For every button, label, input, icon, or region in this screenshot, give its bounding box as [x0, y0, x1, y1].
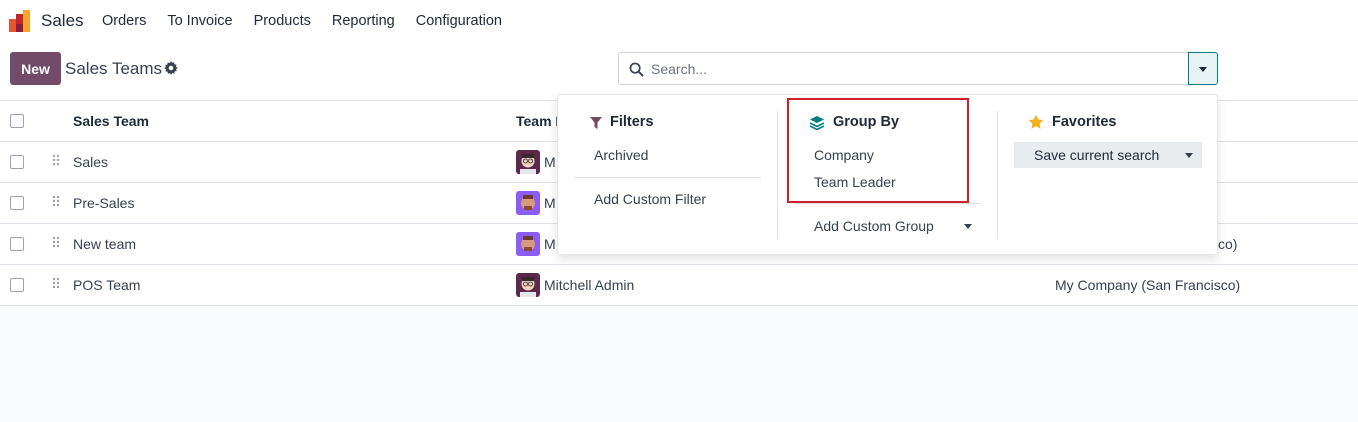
column-header-sales-team[interactable]: Sales Team	[73, 113, 149, 129]
menu-orders[interactable]: Orders	[102, 13, 146, 29]
search-options-dropdown: Filters Archived Add Custom Filter Group…	[557, 94, 1218, 255]
avatar	[516, 191, 540, 215]
cell-team-name: Pre-Sales	[73, 195, 135, 211]
drag-handle-icon[interactable]	[52, 195, 60, 207]
menu-products[interactable]: Products	[254, 13, 311, 29]
drag-handle-icon[interactable]	[52, 236, 60, 248]
favorites-title: Favorites	[1052, 114, 1117, 130]
control-panel: New Sales Teams	[0, 42, 1358, 101]
cell-team-name: New team	[73, 236, 137, 252]
filter-icon	[590, 117, 602, 129]
add-custom-group-select[interactable]: Add Custom Group	[814, 218, 934, 234]
cell-company: co)	[1218, 236, 1238, 252]
avatar	[516, 150, 540, 174]
cell-company: My Company (San Francisco)	[1055, 277, 1241, 293]
select-all-checkbox[interactable]	[10, 114, 24, 128]
cell-team-leader: Mitchell Admin	[544, 277, 635, 293]
page-title: Sales Teams	[65, 59, 163, 78]
divider	[777, 111, 778, 239]
caret-down-icon	[964, 224, 972, 229]
cell-team-leader: M	[544, 195, 556, 211]
avatar	[516, 273, 540, 297]
top-navbar: Sales Orders To Invoice Products Reporti…	[0, 0, 1358, 42]
menu-configuration[interactable]: Configuration	[416, 13, 502, 29]
save-current-search-label: Save current search	[1034, 147, 1160, 163]
cell-team-leader: M	[544, 236, 556, 252]
cell-team-name: Sales	[73, 154, 109, 170]
highlight-box	[787, 98, 969, 203]
new-button[interactable]: New	[10, 52, 61, 85]
cell-team-name: POS Team	[73, 277, 141, 293]
drag-handle-icon[interactable]	[52, 277, 60, 289]
drag-handle-icon[interactable]	[52, 154, 60, 166]
sales-app-logo-icon[interactable]	[9, 10, 31, 32]
search-box	[618, 52, 1189, 85]
row-checkbox[interactable]	[10, 196, 24, 210]
search-input[interactable]	[651, 59, 1171, 79]
search-options-toggle[interactable]	[1188, 52, 1218, 85]
add-custom-filter[interactable]: Add Custom Filter	[594, 191, 706, 207]
avatar	[516, 232, 540, 256]
menu-to-invoice[interactable]: To Invoice	[167, 13, 232, 29]
caret-down-icon	[1185, 153, 1193, 158]
row-checkbox[interactable]	[10, 237, 24, 251]
filters-title: Filters	[610, 114, 654, 130]
cell-team-leader: M	[544, 154, 556, 170]
divider	[794, 203, 981, 204]
main-menu: Orders To Invoice Products Reporting Con…	[102, 13, 523, 29]
row-checkbox[interactable]	[10, 155, 24, 169]
table-row[interactable]: POS Team Mitchell Admin My Company (San …	[0, 265, 1358, 306]
app-name[interactable]: Sales	[41, 11, 84, 31]
menu-reporting[interactable]: Reporting	[332, 13, 395, 29]
filter-archived[interactable]: Archived	[594, 147, 648, 163]
divider	[574, 177, 761, 178]
divider	[997, 111, 998, 239]
search-icon	[629, 62, 644, 77]
gear-icon[interactable]	[164, 61, 178, 75]
save-current-search-toggle[interactable]: Save current search	[1014, 142, 1202, 168]
star-icon	[1028, 114, 1044, 129]
caret-down-icon	[1199, 67, 1207, 72]
row-checkbox[interactable]	[10, 278, 24, 292]
